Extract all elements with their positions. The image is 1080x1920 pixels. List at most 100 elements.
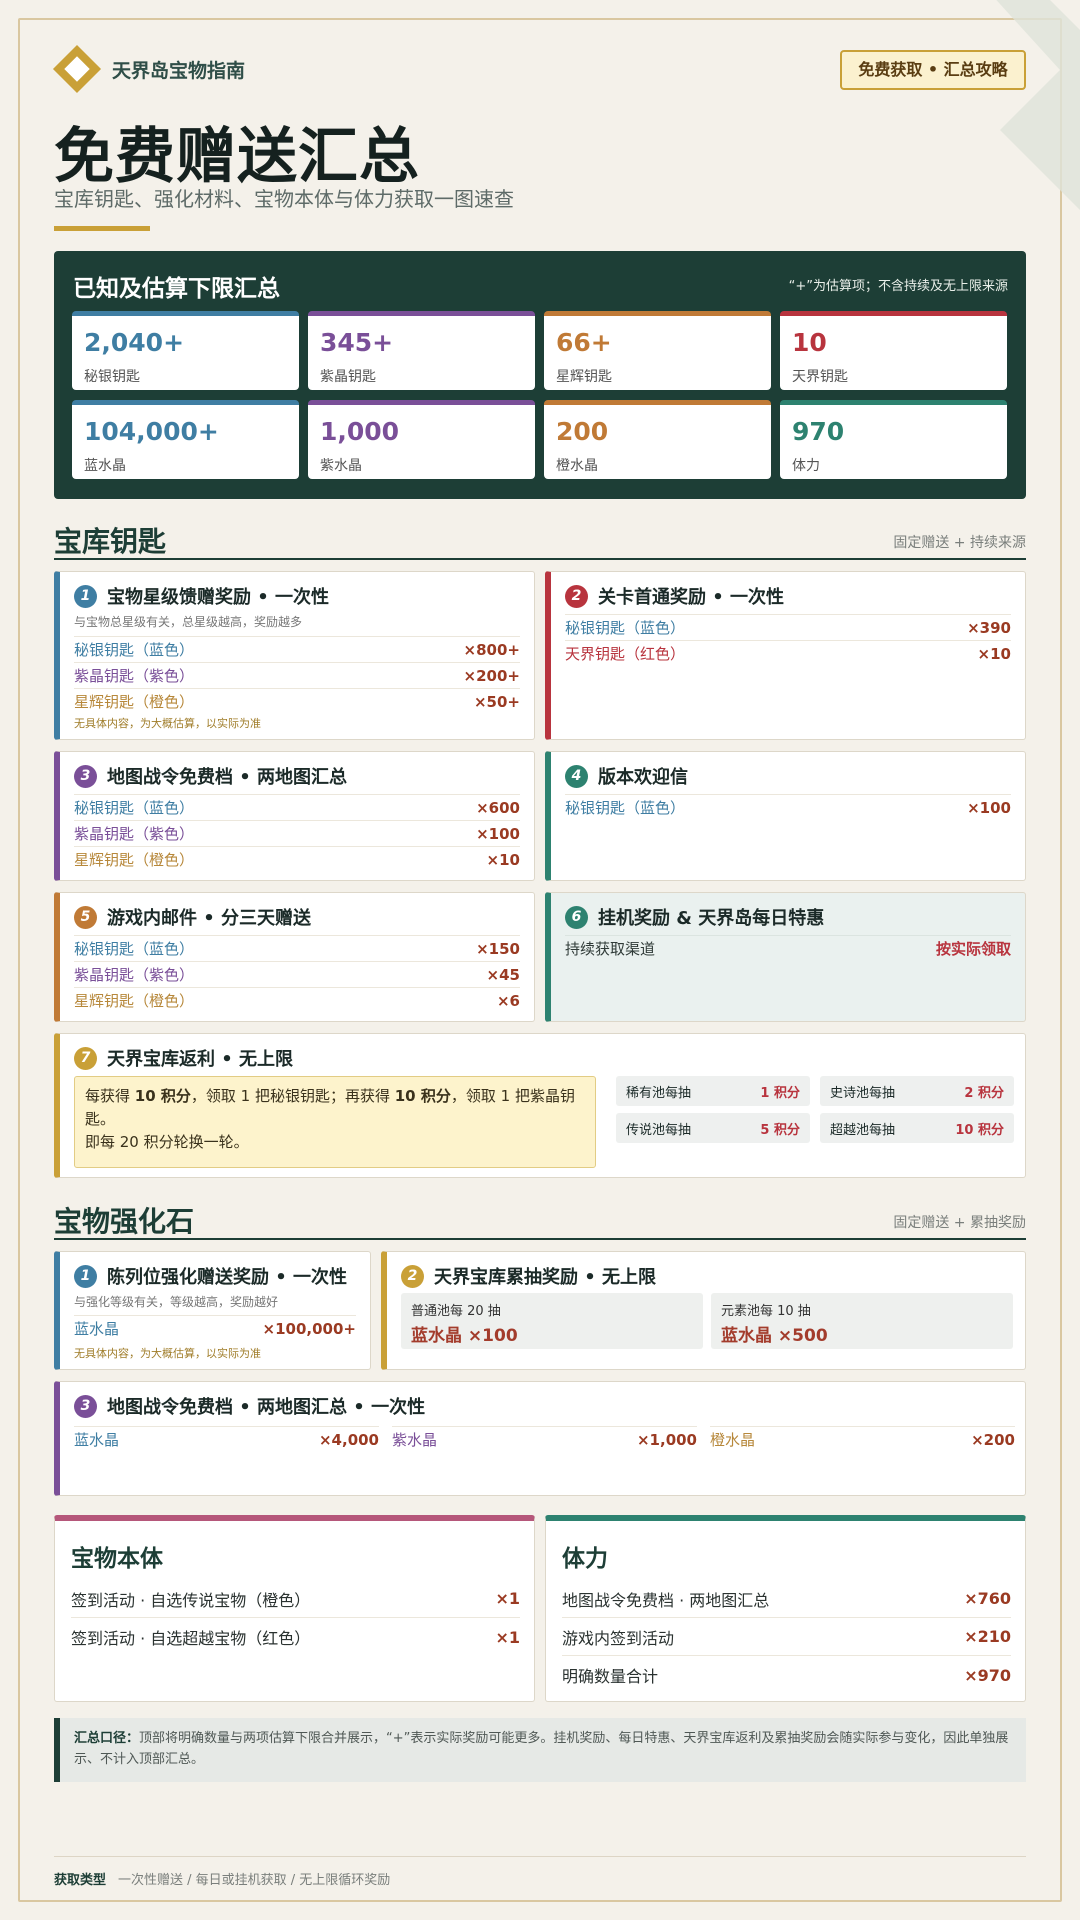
- summary-note-box: 汇总口径：顶部将明确数量与两项估算下限合并展示，“+”表示实际奖励可能更多。挂机…: [54, 1718, 1026, 1782]
- reward-row: 秘银钥匙（蓝色） ×100: [565, 794, 1011, 820]
- reward-column: 紫水晶 ×1,000: [392, 1426, 697, 1452]
- treasure-row: 签到活动 · 自选超越宝物（红色） ×1: [71, 1618, 520, 1656]
- reward-row: 紫晶钥匙（紫色） ×100: [74, 820, 520, 846]
- reward-column: 橙水晶 ×200: [710, 1426, 1015, 1452]
- treasure-label: 签到活动 · 自选超越宝物（红色）: [71, 1629, 311, 1648]
- card-idle-reward: 6 挂机奖励 & 天界岛每日特惠 持续获取渠道 按实际领取: [545, 892, 1026, 1022]
- reward-qty: ×100: [967, 798, 1011, 817]
- reward-qty: ×10: [486, 850, 520, 869]
- header-badge: 免费获取 • 汇总攻略: [840, 50, 1026, 90]
- reward-qty: ×6: [496, 991, 520, 1010]
- panel-stamina: 体力 地图战令免费档 · 两地图汇总 ×760 游戏内签到活动 ×210 明确数量合…: [545, 1515, 1026, 1702]
- card-title: 关卡首通奖励 • 一次性: [598, 587, 785, 608]
- points-item: 传说池每抽 5 积分: [616, 1113, 810, 1143]
- card-number: 2: [401, 1264, 424, 1288]
- reward-qty: ×1,000: [636, 1430, 697, 1449]
- points-value: 1 积分: [760, 1085, 800, 1101]
- pool-condition: 元素池每 10 抽: [721, 1304, 811, 1319]
- stamina-label: 地图战令免费档 · 两地图汇总: [562, 1590, 770, 1610]
- pool-reward-value: 蓝水晶 ×500: [721, 1326, 828, 1346]
- brand-name: 天界岛宝物指南: [112, 59, 246, 82]
- reward-row: 蓝水晶 ×100,000+: [74, 1315, 356, 1341]
- rule-points: 10 积分: [134, 1087, 191, 1105]
- reward-qty: ×100,000+: [262, 1319, 356, 1338]
- card-desc: 与宝物总星级有关，总星级越高，奖励越多: [74, 615, 303, 629]
- reward-label: 星辉钥匙（橙色）: [74, 851, 195, 869]
- stat-label: 紫水晶: [320, 458, 362, 474]
- card-title: 宝物星级馈赠奖励 • 一次性: [107, 587, 330, 608]
- points-item: 超越池每抽 10 积分: [820, 1113, 1014, 1143]
- card-vault-rebate: 7 天界宝库返利 • 无上限 每获得 10 积分，领取 1 把秘银钥匙；再获得 1…: [54, 1033, 1026, 1178]
- reward-label: 紫水晶: [392, 1431, 438, 1449]
- treasure-row: 签到活动 · 自选传说宝物（橙色） ×1: [71, 1580, 520, 1618]
- pool-reward: 普通池每 20 抽蓝水晶 ×100: [401, 1293, 703, 1349]
- reward-label: 秘银钥匙（蓝色）: [565, 799, 686, 817]
- section-note: 固定赠送 + 持续来源: [893, 535, 1026, 551]
- reward-label: 星辉钥匙（橙色）: [74, 693, 195, 711]
- rule-text: ，领取 1 把秘银钥匙；再获得: [190, 1087, 395, 1105]
- card-title: 陈列位强化赠送奖励 • 一次性: [107, 1267, 348, 1288]
- card-number: 7: [74, 1046, 97, 1070]
- pool-condition: 普通池每 20 抽: [411, 1304, 501, 1319]
- card-number: 1: [74, 1264, 97, 1288]
- stat-card: 970 体力: [780, 400, 1007, 479]
- points-label: 稀有池每抽: [626, 1085, 692, 1101]
- card-map-pass-stones: 3 地图战令免费档 • 两地图汇总 • 一次性 蓝水晶 ×4,000 紫水晶 ×1,0…: [54, 1381, 1026, 1496]
- stat-label: 天界钥匙: [792, 369, 848, 385]
- stat-card: 10 天界钥匙: [780, 311, 1007, 390]
- reward-label: 紫晶钥匙（紫色）: [74, 667, 195, 685]
- card-in-game-mail: 5 游戏内邮件 • 分三天赠送 秘银钥匙（蓝色） ×150 紫晶钥匙（紫色） ×45 …: [54, 892, 535, 1022]
- reward-label: 星辉钥匙（橙色）: [74, 992, 195, 1010]
- stamina-row: 游戏内签到活动 ×210: [562, 1618, 1011, 1656]
- reward-qty: ×10: [977, 644, 1011, 663]
- rule-text: 即每 20 积分轮换一轮。: [85, 1133, 249, 1151]
- pool-reward: 元素池每 10 抽蓝水晶 ×500: [711, 1293, 1013, 1349]
- card-footnote: 无具体内容，为大概估算，以实际为准: [74, 717, 261, 730]
- summary-panel: 已知及估算下限汇总 “+”为估算项；不含持续及无上限来源 2,040+ 秘银钥匙 …: [54, 251, 1026, 499]
- reward-qty: ×150: [476, 939, 520, 958]
- points-label: 超越池每抽: [830, 1122, 896, 1138]
- reward-qty: ×390: [967, 618, 1011, 637]
- treasure-qty: ×1: [495, 1627, 520, 1647]
- reward-row: 星辉钥匙（橙色） ×50+: [74, 688, 520, 714]
- stat-value: 200: [556, 417, 609, 446]
- points-item: 稀有池每抽 1 积分: [616, 1076, 810, 1106]
- reward-qty: ×100: [476, 824, 520, 843]
- stat-card: 66+ 星辉钥匙: [544, 311, 771, 390]
- stat-value: 66+: [556, 328, 612, 357]
- reward-row: 星辉钥匙（橙色） ×10: [74, 846, 520, 872]
- card-cumulative-pull: 2 天界宝库累抽奖励 • 无上限 普通池每 20 抽蓝水晶 ×100 元素池每 1…: [381, 1251, 1026, 1370]
- note-label: 汇总口径：: [74, 1731, 140, 1746]
- note-text: 顶部将明确数量与两项估算下限合并展示，“+”表示实际奖励可能更多。挂机奖励、每日…: [74, 1731, 1009, 1767]
- diamond-icon: [52, 44, 102, 94]
- stat-label: 橙水晶: [556, 458, 598, 474]
- treasure-label: 签到活动 · 自选传说宝物（橙色）: [71, 1590, 311, 1610]
- reward-qty: 按实际领取: [935, 940, 1011, 958]
- treasure-qty: ×1: [495, 1589, 520, 1608]
- reward-qty: ×200: [971, 1430, 1015, 1449]
- stat-card: 104,000+ 蓝水晶: [72, 400, 299, 479]
- stat-label: 蓝水晶: [84, 458, 126, 474]
- pool-reward-value: 蓝水晶 ×100: [411, 1326, 518, 1346]
- reward-row: 紫晶钥匙（紫色） ×200+: [74, 662, 520, 688]
- stamina-qty: ×970: [964, 1665, 1011, 1685]
- section-header-stones: 宝物强化石 固定赠送 + 累抽奖励: [54, 1200, 1026, 1240]
- card-number: 2: [565, 584, 588, 608]
- reward-label: 持续获取渠道: [565, 940, 656, 958]
- stat-label: 体力: [792, 458, 820, 474]
- reward-label: 蓝水晶: [74, 1320, 120, 1338]
- stat-value: 1,000: [320, 417, 400, 446]
- stat-card: 2,040+ 秘银钥匙: [72, 311, 299, 390]
- reward-row: 秘银钥匙（蓝色） ×150: [74, 935, 520, 961]
- card-number: 4: [565, 764, 588, 788]
- rule-text: 每获得: [85, 1087, 135, 1105]
- card-desc: 与强化等级有关，等级越高，奖励越好: [74, 1295, 279, 1309]
- rule-points: 10 积分: [394, 1087, 451, 1105]
- reward-row: 秘银钥匙（蓝色） ×600: [74, 794, 520, 820]
- stat-value: 10: [792, 328, 827, 357]
- summary-note: “+”为估算项；不含持续及无上限来源: [788, 279, 1008, 294]
- card-title: 挂机奖励 & 天界岛每日特惠: [598, 908, 825, 929]
- card-title: 版本欢迎信: [598, 767, 688, 788]
- footer-text: 一次性赠送 / 每日或挂机获取 / 无上限循环奖励: [118, 1873, 391, 1888]
- stamina-qty: ×210: [964, 1627, 1011, 1646]
